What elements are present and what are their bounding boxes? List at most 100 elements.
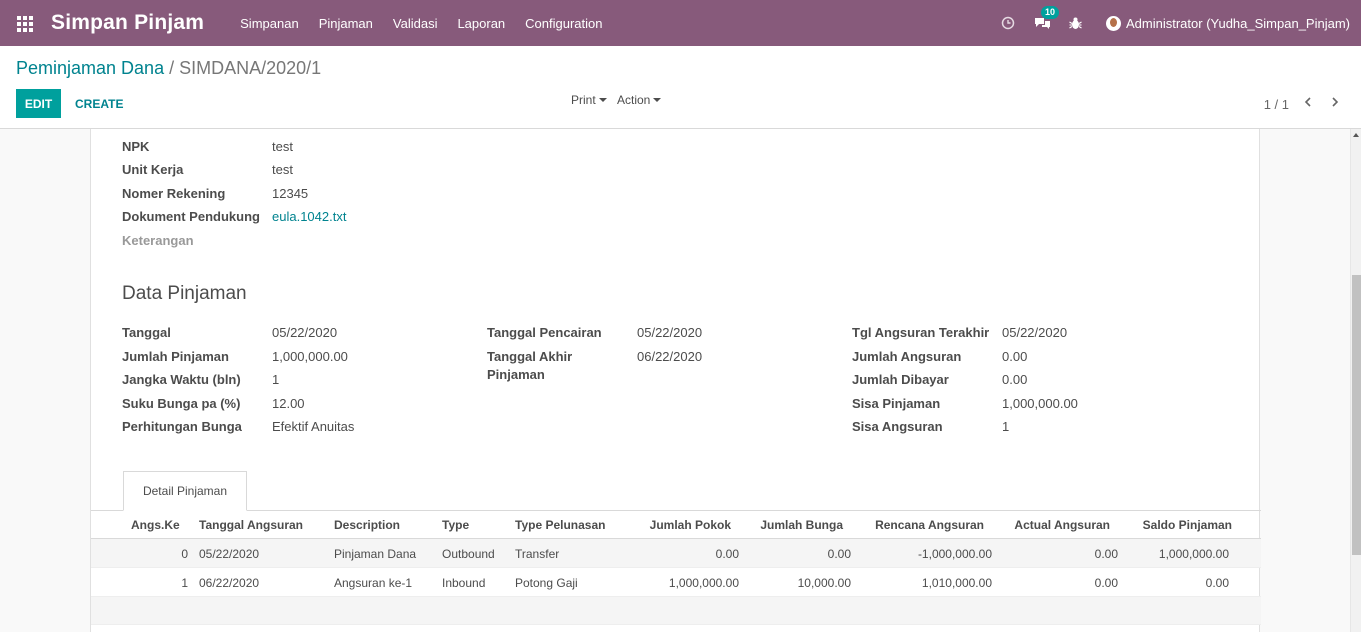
cell-rencana-angsuran: 1,010,000.00 <box>921 576 992 590</box>
npk-value: test <box>272 139 293 154</box>
tanggal-akhir-value: 06/22/2020 <box>637 349 703 364</box>
dokumen-pendukung-link[interactable]: eula.1042.txt <box>272 209 346 224</box>
caret-down-icon <box>653 98 662 102</box>
table-header: Angs.Ke Tanggal Angsuran Description Typ… <box>91 511 1261 539</box>
dokumen-pendukung-label: Dokument Pendukung <box>122 209 260 224</box>
sisa-pinjaman-value: 1,000,000.00 <box>1002 396 1078 411</box>
cell-tanggal: 06/22/2020 <box>199 576 260 590</box>
tanggal-pencairan-label: Tanggal Pencairan <box>487 325 602 340</box>
jumlah-pinjaman-label: Jumlah Pinjaman <box>122 349 229 364</box>
col-angs-ke[interactable]: Angs.Ke <box>131 518 180 532</box>
top-navbar: Simpan Pinjam Simpanan Pinjaman Validasi… <box>0 0 1361 46</box>
table-empty-row <box>91 597 1261 625</box>
tanggal-value: 05/22/2020 <box>272 325 338 340</box>
tanggal-pencairan-value: 05/22/2020 <box>637 325 703 340</box>
perhitungan-bunga-value: Efektif Anuitas <box>272 419 355 434</box>
cell-description: Pinjaman Dana <box>334 547 417 561</box>
jangka-waktu-label: Jangka Waktu (bln) <box>122 372 241 387</box>
print-dropdown[interactable]: Print <box>571 93 607 107</box>
tgl-angsuran-terakhir-value: 05/22/2020 <box>1002 325 1068 340</box>
suku-bunga-value: 12.00 <box>272 396 305 411</box>
cell-type: Outbound <box>442 547 495 561</box>
edit-button[interactable]: EDIT <box>16 89 61 118</box>
menu-laporan[interactable]: Laporan <box>457 16 505 31</box>
col-tanggal-angsuran[interactable]: Tanggal Angsuran <box>199 518 303 532</box>
tanggal-akhir-label: Tanggal Akhir <box>487 349 573 364</box>
table-row[interactable]: 1 06/22/2020 Angsuran ke-1 Inbound Poton… <box>91 568 1261 597</box>
jumlah-pinjaman-value: 1,000,000.00 <box>272 349 348 364</box>
cell-angs-ke: 0 <box>181 547 188 561</box>
vertical-scrollbar[interactable] <box>1350 129 1361 632</box>
cell-saldo-pinjaman: 1,000,000.00 <box>1158 547 1229 561</box>
debug-bug-icon[interactable] <box>1069 17 1082 30</box>
pager-next-icon[interactable] <box>1329 96 1341 108</box>
menu-pinjaman[interactable]: Pinjaman <box>319 16 373 31</box>
cell-saldo-pinjaman: 0.00 <box>1205 576 1229 590</box>
cell-type-pelunasan: Potong Gaji <box>515 576 578 590</box>
menu-simpanan[interactable]: Simpanan <box>240 16 299 31</box>
cell-jumlah-bunga: 10,000.00 <box>797 576 851 590</box>
cell-angs-ke: 1 <box>181 576 188 590</box>
create-button[interactable]: CREATE <box>75 89 123 118</box>
jumlah-dibayar-value: 0.00 <box>1002 372 1028 387</box>
cell-rencana-angsuran: -1,000,000.00 <box>917 547 992 561</box>
app-brand[interactable]: Simpan Pinjam <box>51 11 204 35</box>
sisa-angsuran-value: 1 <box>1002 419 1010 434</box>
breadcrumb-current: SIMDANA/2020/1 <box>179 58 322 78</box>
col-type[interactable]: Type <box>442 518 469 532</box>
cell-actual-angsuran: 0.00 <box>1094 547 1118 561</box>
scroll-up-arrow-icon[interactable] <box>1353 133 1359 137</box>
col-description[interactable]: Description <box>334 518 400 532</box>
keterangan-label: Keterangan <box>122 233 194 248</box>
menu-validasi[interactable]: Validasi <box>393 16 438 31</box>
user-name: Administrator (Yudha_Simpan_Pinjam) <box>1126 15 1350 31</box>
breadcrumb-separator: / <box>169 58 175 78</box>
col-rencana-angsuran[interactable]: Rencana Angsuran <box>875 518 984 532</box>
messaging-icon[interactable]: 10 <box>1034 6 1060 30</box>
pager-previous-icon[interactable] <box>1302 96 1314 108</box>
print-label: Print <box>571 93 596 107</box>
tanggal-akhir-label-line2: Pinjaman <box>487 367 545 382</box>
tanggal-label: Tanggal <box>122 325 171 340</box>
user-avatar <box>1106 15 1121 31</box>
unit-kerja-value: test <box>272 162 293 177</box>
col-type-pelunasan[interactable]: Type Pelunasan <box>515 518 605 532</box>
col-jumlah-bunga[interactable]: Jumlah Bunga <box>760 518 843 532</box>
sisa-pinjaman-label: Sisa Pinjaman <box>852 396 941 411</box>
cell-actual-angsuran: 0.00 <box>1094 576 1118 590</box>
cell-type-pelunasan: Transfer <box>515 547 560 561</box>
breadcrumb-parent-link[interactable]: Peminjaman Dana <box>16 58 164 78</box>
col-saldo-pinjaman[interactable]: Saldo Pinjaman <box>1143 518 1232 532</box>
cell-jumlah-pokok: 0.00 <box>715 547 739 561</box>
npk-label: NPK <box>122 139 150 154</box>
table-row[interactable]: 0 05/22/2020 Pinjaman Dana Outbound Tran… <box>91 539 1261 568</box>
activity-clock-icon[interactable] <box>1001 16 1015 30</box>
nomer-rekening-value: 12345 <box>272 186 309 201</box>
jumlah-angsuran-value: 0.00 <box>1002 349 1028 364</box>
user-menu[interactable]: Administrator (Yudha_Simpan_Pinjam) <box>1106 15 1350 31</box>
apps-menu-icon[interactable] <box>17 15 34 32</box>
cell-type: Inbound <box>442 576 486 590</box>
breadcrumb: Peminjaman Dana / SIMDANA/2020/1 <box>16 58 321 79</box>
tgl-angsuran-terakhir-label: Tgl Angsuran Terakhir <box>852 325 990 340</box>
jumlah-dibayar-label: Jumlah Dibayar <box>852 372 949 387</box>
detail-pinjaman-table: Angs.Ke Tanggal Angsuran Description Typ… <box>91 511 1261 625</box>
cell-description: Angsuran ke-1 <box>334 576 413 590</box>
tab-detail-pinjaman[interactable]: Detail Pinjaman <box>123 471 247 511</box>
message-count-badge: 10 <box>1041 6 1060 19</box>
data-pinjaman-title: Data Pinjaman <box>122 283 247 304</box>
scrollbar-thumb[interactable] <box>1352 275 1361 555</box>
cell-jumlah-pokok: 1,000,000.00 <box>668 576 739 590</box>
jumlah-angsuran-label: Jumlah Angsuran <box>852 349 962 364</box>
action-dropdown[interactable]: Action <box>617 93 662 107</box>
cell-jumlah-bunga: 0.00 <box>827 547 851 561</box>
perhitungan-bunga-label: Perhitungan Bunga <box>122 419 242 434</box>
control-panel: Peminjaman Dana / SIMDANA/2020/1 EDIT CREA… <box>0 46 1361 129</box>
pager-value[interactable]: 1 / 1 <box>1264 97 1289 112</box>
col-jumlah-pokok[interactable]: Jumlah Pokok <box>650 518 731 532</box>
col-actual-angsuran[interactable]: Actual Angsuran <box>1014 518 1110 532</box>
menu-configuration[interactable]: Configuration <box>525 16 602 31</box>
action-label: Action <box>617 93 651 107</box>
form-sheet: NPK test Unit Kerja test Nomer Rekening … <box>90 129 1261 632</box>
unit-kerja-label: Unit Kerja <box>122 162 184 177</box>
